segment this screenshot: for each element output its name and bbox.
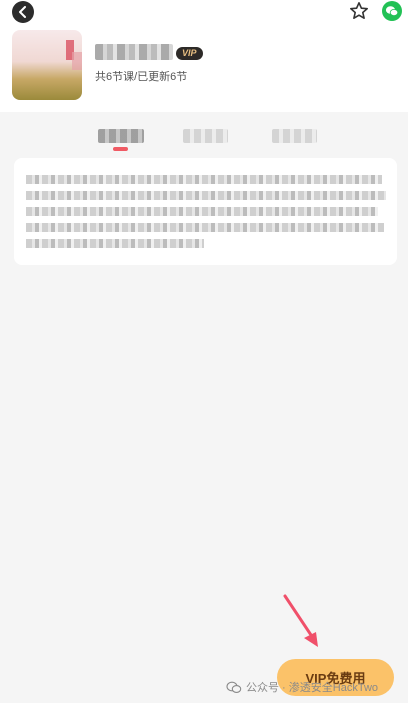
lesson-count: 共6节课/已更新6节 — [95, 71, 188, 83]
course-title — [95, 44, 173, 60]
wechat-icon — [226, 681, 242, 693]
course-description-card — [14, 158, 397, 265]
red-arrow-icon — [283, 594, 318, 647]
description-line — [26, 207, 378, 216]
tab-intro[interactable] — [98, 129, 144, 143]
back-arrow-icon — [19, 6, 26, 18]
wechat-icon[interactable] — [382, 1, 402, 21]
tab-comments[interactable] — [272, 129, 317, 143]
description-line — [26, 239, 204, 248]
tab-active-indicator — [113, 147, 128, 151]
description-line — [26, 191, 386, 200]
vip-badge: VIP — [176, 47, 203, 60]
description-line — [26, 175, 382, 184]
star-icon[interactable] — [349, 1, 369, 21]
course-header: VIP 共6节课/已更新6节 — [0, 0, 408, 112]
course-cover-image[interactable] — [12, 30, 82, 100]
watermark-text: 公众号 · 渗透安全HackTwo — [246, 682, 379, 694]
description-line — [26, 223, 384, 232]
back-button[interactable] — [12, 1, 34, 23]
tab-catalog[interactable] — [183, 129, 228, 143]
watermark: 公众号 · 渗透安全HackTwo — [226, 679, 378, 695]
